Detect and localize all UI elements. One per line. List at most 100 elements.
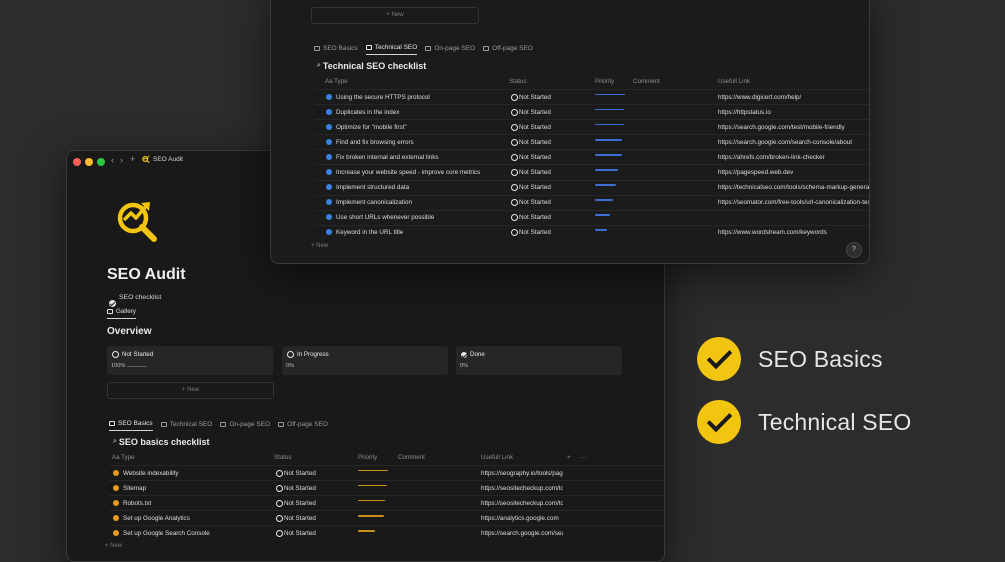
useful-link[interactable]: https://search.google.com/search-console (481, 530, 563, 537)
table-row[interactable]: Fix broken internal and external links No… (315, 149, 869, 164)
useful-link[interactable]: https://technicalseo.com/tools/schema-ma… (718, 184, 869, 191)
new-row-button[interactable]: + New (105, 540, 660, 549)
status-badge[interactable]: Not Started (284, 485, 316, 492)
table-row[interactable]: Keyword in the URL title Not Started https… (315, 224, 869, 240)
back-arrow-icon[interactable]: ‹ (111, 155, 114, 165)
column-header-priority[interactable]: Priority (358, 454, 377, 461)
useful-link[interactable]: https://analytics.google.com (481, 515, 559, 522)
useful-link[interactable]: https://pagespeed.web.dev (718, 169, 793, 176)
status-card-not-started[interactable]: Not Started 100% (107, 346, 273, 375)
add-column-button[interactable]: + (567, 454, 571, 461)
status-badge[interactable]: Not Started (519, 124, 551, 131)
row-name[interactable]: Implement structured data (336, 184, 409, 191)
forward-arrow-icon[interactable]: › (120, 155, 123, 165)
column-header-link[interactable]: Usefull Link (481, 454, 513, 461)
tab-technical-seo[interactable]: Technical SEO (160, 420, 212, 431)
status-badge[interactable]: Not Started (519, 139, 551, 146)
table-row[interactable]: Sitemap Not Started https://seositecheckup… (109, 480, 664, 495)
row-name[interactable]: Fix broken internal and external links (336, 154, 439, 161)
close-window-button[interactable] (73, 158, 81, 166)
table-row[interactable]: Using the secure HTTPS protocol Not Start… (315, 89, 869, 104)
useful-link[interactable]: https://httpstatus.io (718, 109, 771, 116)
tab-on-page-seo[interactable]: On-page SEO (425, 44, 475, 55)
status-card-in-progress[interactable]: In Progress 0% (282, 346, 448, 375)
column-header-type[interactable]: Aa Type (325, 78, 348, 85)
column-header-priority[interactable]: Priority (595, 78, 614, 85)
more-options-button[interactable]: ··· (580, 454, 586, 461)
table-row[interactable]: Implement canonicalization Not Started htt… (315, 194, 869, 210)
row-name[interactable]: Using the secure HTTPS protocol (336, 94, 430, 101)
column-header-comment[interactable]: Comment (398, 454, 425, 461)
table-row[interactable]: Website indexability Not Started https://s… (109, 465, 664, 480)
table-row[interactable]: Find and fix browsing errors Not Started h… (315, 134, 869, 149)
useful-link[interactable]: https://seositecheckup.com/tools/robotst… (481, 500, 563, 507)
status-badge[interactable]: Not Started (284, 530, 316, 537)
status-badge[interactable]: Not Started (284, 470, 316, 477)
status-badge[interactable]: Not Started (519, 94, 551, 101)
table-row[interactable]: Increase your website speed - improve co… (315, 164, 869, 179)
row-name[interactable]: Keyword in the URL title (336, 229, 403, 236)
table-row[interactable]: Duplicates in the index Not Started https:… (315, 104, 869, 119)
table-row[interactable]: Set up Google Analytics Not Started https:… (109, 510, 664, 525)
row-name[interactable]: Sitemap (123, 485, 146, 492)
table-row[interactable]: Use short URLs whenever possible Not Star… (315, 209, 869, 225)
useful-link[interactable]: https://search.google.com/search-console… (718, 139, 852, 146)
row-name[interactable]: Optimize for "mobile first" (336, 124, 407, 131)
row-name[interactable]: Robots.txt (123, 500, 151, 507)
column-header-type[interactable]: Aa Type (112, 454, 135, 461)
column-header-comment[interactable]: Comment (633, 78, 660, 85)
minimize-window-button[interactable] (85, 158, 93, 166)
table-row[interactable]: Set up Google Search Console Not Started h… (109, 525, 664, 540)
help-button[interactable]: ? (846, 242, 862, 258)
useful-link[interactable]: https://www.wordstream.com/keywords (718, 229, 827, 236)
page-icon (326, 108, 332, 115)
useful-link[interactable]: https://seography.io/tools/page-index-ch… (481, 470, 563, 477)
status-card-done[interactable]: Done 0% (456, 346, 622, 375)
tab-on-page-seo[interactable]: On-page SEO (220, 420, 270, 431)
row-name[interactable]: Implement canonicalization (336, 199, 412, 206)
page-icon (113, 499, 119, 506)
useful-link[interactable]: https://www.digicert.com/help/ (718, 94, 801, 101)
status-badge[interactable]: Not Started (519, 199, 551, 206)
status-badge[interactable]: Not Started (519, 214, 551, 221)
useful-link[interactable]: https://seomator.com/free-tools/url-cano… (718, 199, 869, 206)
useful-link[interactable]: https://seositecheckup.com/tools/sitemap… (481, 485, 563, 492)
tab-seo-basics[interactable]: SEO Basics (109, 420, 153, 431)
tab-technical-seo[interactable]: Technical SEO (365, 44, 418, 55)
status-badge[interactable]: Not Started (519, 229, 551, 236)
priority-bar (358, 529, 375, 532)
tab-off-page-seo[interactable]: Off-page SEO (483, 44, 533, 55)
breadcrumb[interactable]: SEO Audit (153, 156, 183, 163)
priority-bar (595, 199, 613, 201)
status-badge[interactable]: Not Started (519, 154, 551, 161)
row-name[interactable]: Increase your website speed - improve co… (336, 169, 480, 176)
tab-seo-basics[interactable]: SEO Basics (314, 44, 358, 55)
new-card-button[interactable]: + New (107, 382, 274, 399)
new-card-button[interactable]: + New (311, 7, 479, 24)
maximize-window-button[interactable] (97, 158, 105, 166)
status-badge[interactable]: Not Started (519, 184, 551, 191)
tab-off-page-seo[interactable]: Off-page SEO (278, 420, 328, 431)
status-badge[interactable]: Not Started (519, 109, 551, 116)
row-name[interactable]: Set up Google Search Console (123, 530, 210, 537)
column-header-link[interactable]: Usefull Link (718, 78, 750, 85)
status-badge[interactable]: Not Started (284, 500, 316, 507)
tab-gallery[interactable]: Gallery (107, 308, 136, 319)
useful-link[interactable]: https://ahrefs.com/broken-link-checker (718, 154, 825, 161)
table-row[interactable]: Robots.txt Not Started https://seositechec… (109, 495, 664, 510)
row-name[interactable]: Set up Google Analytics (123, 515, 190, 522)
new-row-button[interactable]: + New (311, 240, 865, 249)
row-name[interactable]: Find and fix browsing errors (336, 139, 414, 146)
row-name[interactable]: Use short URLs whenever possible (336, 214, 434, 221)
table-row[interactable]: Implement structured data Not Started http… (315, 179, 869, 195)
table-row[interactable]: Optimize for "mobile first" Not Started ht… (315, 119, 869, 134)
column-header-status[interactable]: Status (509, 78, 527, 85)
status-badge[interactable]: Not Started (519, 169, 551, 176)
column-header-status[interactable]: Status (274, 454, 292, 461)
useful-link[interactable]: https://search.google.com/test/mobile-fr… (718, 124, 845, 131)
row-name[interactable]: Website indexability (123, 470, 179, 477)
row-name[interactable]: Duplicates in the index (336, 109, 399, 116)
status-badge[interactable]: Not Started (284, 515, 316, 522)
add-page-icon[interactable]: + (130, 154, 135, 164)
page-icon (113, 529, 119, 536)
